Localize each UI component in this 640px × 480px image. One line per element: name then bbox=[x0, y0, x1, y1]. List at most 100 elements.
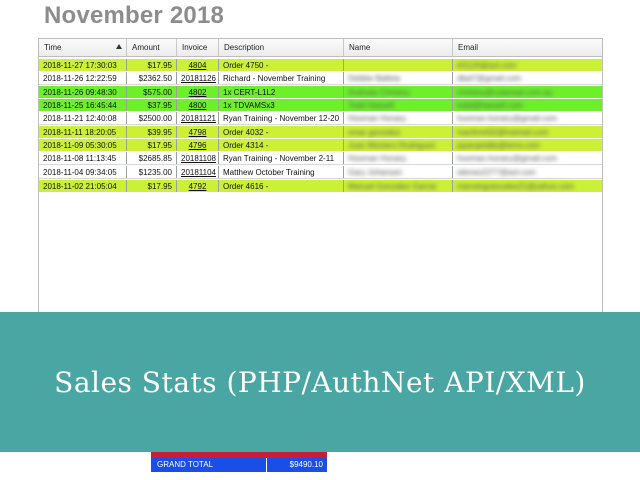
email-cell: manolograncales21@yahoo.com bbox=[453, 180, 602, 192]
invoice-cell: 4796 bbox=[177, 139, 219, 151]
name-cell: Hooman Honary bbox=[344, 112, 453, 124]
name-cell: Gary Johansen bbox=[344, 166, 453, 178]
description-cell: Order 4032 - bbox=[219, 126, 344, 138]
table-row[interactable]: 2018-11-09 05:30:05 $17.95 4796 Order 4314 … bbox=[39, 139, 602, 151]
email-cell: jsparqetalle@terra.com bbox=[453, 139, 602, 151]
grand-total-label: GRAND TOTAL bbox=[151, 458, 267, 472]
name-cell bbox=[344, 59, 453, 71]
amount-cell-text: $17.95 bbox=[147, 141, 172, 150]
description-cell-text: 1x CERT-L1L2 bbox=[223, 88, 276, 97]
column-header-amount[interactable]: Amount bbox=[127, 39, 177, 56]
description-cell-text: Ryan Training - November 2-11 bbox=[223, 154, 335, 163]
time-cell-text: 2018-11-26 09:48:30 bbox=[43, 88, 117, 97]
description-cell-text: Ryan Training - November 12-20 bbox=[223, 114, 340, 123]
email-cell-text: wlenes2277@aol.com bbox=[457, 168, 536, 177]
time-cell: 2018-11-26 09:48:30 bbox=[39, 86, 127, 98]
table-row[interactable]: 2018-11-04 09:34:05 $1235.00 20181104 Matth… bbox=[39, 166, 602, 179]
table-row[interactable]: 2018-11-27 17:30:03 $17.95 4804 Order 4750 … bbox=[39, 59, 602, 71]
description-cell: 1x CERT-L1L2 bbox=[219, 86, 344, 98]
name-cell-text: Juan Montero Rodriguez bbox=[348, 141, 436, 150]
name-cell-text: Hooman Honary bbox=[348, 114, 407, 123]
invoice-link[interactable]: 4796 bbox=[189, 141, 207, 150]
column-header-description[interactable]: Description bbox=[219, 39, 344, 56]
invoice-link[interactable]: 4792 bbox=[189, 182, 207, 191]
invoice-cell: 4800 bbox=[177, 99, 219, 111]
table-row[interactable]: 2018-11-08 11:13:45 $2685.85 20181108 Ryan … bbox=[39, 152, 602, 165]
table-row[interactable]: 2018-11-02 21:05:04 $17.95 4792 Order 4616 … bbox=[39, 180, 602, 192]
table-row[interactable]: 2018-11-25 16:45:44 $37.95 4800 1x TDVAMSx3… bbox=[39, 99, 602, 111]
email-cell-text: macfrm432@hotmail.com bbox=[457, 128, 549, 137]
email-cell-text: manolograncales21@yahoo.com bbox=[457, 182, 575, 191]
description-cell: Richard - November Training bbox=[219, 72, 344, 84]
invoice-cell: 20181126 bbox=[177, 72, 219, 84]
invoice-link[interactable]: 4804 bbox=[189, 61, 207, 70]
email-cell-text: hooman.honary@gmail.com bbox=[457, 154, 558, 163]
page-title: November 2018 bbox=[44, 2, 225, 29]
column-header-name[interactable]: Name bbox=[344, 39, 453, 56]
email-cell-text: dbal7@gmail.com bbox=[457, 74, 522, 83]
description-cell: Ryan Training - November 12-20 bbox=[219, 112, 344, 124]
time-cell: 2018-11-21 12:40:08 bbox=[39, 112, 127, 124]
amount-cell-text: $2362.50 bbox=[138, 74, 172, 83]
name-cell: Juan Montero Rodriguez bbox=[344, 139, 453, 151]
description-cell-text: Order 4750 - bbox=[223, 61, 269, 70]
description-cell-text: Order 4032 - bbox=[223, 128, 269, 137]
invoice-link[interactable]: 4802 bbox=[189, 88, 207, 97]
description-cell: Order 4750 - bbox=[219, 59, 344, 71]
invoice-cell: 20181108 bbox=[177, 152, 219, 164]
description-cell: 1x TDVAMSx3 bbox=[219, 99, 344, 111]
amount-cell-text: $39.95 bbox=[147, 128, 172, 137]
email-cell: hooman.honary@gmail.com bbox=[453, 152, 602, 164]
time-cell-text: 2018-11-25 16:45:44 bbox=[43, 101, 117, 110]
amount-cell: $39.95 bbox=[127, 126, 177, 138]
email-cell: hooman.honary@gmail.com bbox=[453, 112, 602, 124]
invoice-cell: 20181121 bbox=[177, 112, 219, 124]
table-row[interactable]: 2018-11-21 12:40:08 $2500.00 20181121 Ryan … bbox=[39, 112, 602, 125]
name-cell: Debbie Balleta bbox=[344, 72, 453, 84]
amount-cell: $2685.85 bbox=[127, 152, 177, 164]
amount-cell: $17.95 bbox=[127, 180, 177, 192]
invoice-link[interactable]: 4798 bbox=[189, 128, 207, 137]
time-cell-text: 2018-11-08 11:13:45 bbox=[43, 154, 117, 163]
table-row[interactable]: 2018-11-26 12:22:59 $2362.50 20181126 Richa… bbox=[39, 72, 602, 85]
email-cell: todd@hassell.com bbox=[453, 99, 602, 111]
totals-table: GRAND TOTAL $9490.10 bbox=[151, 452, 327, 472]
banner-title: Sales Stats (PHP/AuthNet API/XML) bbox=[54, 365, 586, 399]
time-cell: 2018-11-02 21:05:04 bbox=[39, 180, 127, 192]
email-cell-text: hooman.honary@gmail.com bbox=[457, 114, 558, 123]
amount-cell-text: $2685.85 bbox=[138, 154, 172, 163]
column-header-label: Time bbox=[44, 43, 62, 52]
title-banner: Sales Stats (PHP/AuthNet API/XML) bbox=[0, 312, 640, 452]
amount-cell-text: $37.95 bbox=[147, 101, 172, 110]
table-row[interactable]: 2018-11-11 18:20:05 $39.95 4798 Order 4032 … bbox=[39, 126, 602, 138]
name-cell-text: Manuel Gonzalez Garcia bbox=[348, 182, 437, 191]
column-header-email[interactable]: Email bbox=[453, 39, 602, 56]
name-cell: omar gonzalez bbox=[344, 126, 453, 138]
invoice-cell: 20181104 bbox=[177, 166, 219, 178]
email-cell-text: kf1120@aol.com bbox=[457, 61, 517, 70]
invoice-link[interactable]: 4800 bbox=[189, 101, 207, 110]
email-cell-text: christou@cutaneat.com.au bbox=[457, 88, 553, 97]
column-header-time[interactable]: Time bbox=[39, 39, 127, 56]
sort-ascending-icon bbox=[116, 44, 122, 49]
name-cell-text: Todd Hassell bbox=[348, 101, 394, 110]
name-cell: Hooman Honary bbox=[344, 152, 453, 164]
name-cell: Manuel Gonzalez Garcia bbox=[344, 180, 453, 192]
amount-cell-text: $575.00 bbox=[143, 88, 172, 97]
column-header-invoice[interactable]: Invoice bbox=[177, 39, 219, 56]
amount-cell-text: $17.95 bbox=[147, 61, 172, 70]
amount-cell-text: $2500.00 bbox=[138, 114, 172, 123]
amount-cell: $2362.50 bbox=[127, 72, 177, 84]
invoice-cell: 4802 bbox=[177, 86, 219, 98]
amount-cell-text: $17.95 bbox=[147, 182, 172, 191]
invoice-cell: 4804 bbox=[177, 59, 219, 71]
time-cell: 2018-11-11 18:20:05 bbox=[39, 126, 127, 138]
time-cell-text: 2018-11-27 17:30:03 bbox=[43, 61, 117, 70]
name-cell-text: Debbie Balleta bbox=[348, 74, 401, 83]
table-row[interactable]: 2018-11-26 09:48:30 $575.00 4802 1x CERT-L1… bbox=[39, 86, 602, 98]
email-cell: wlenes2277@aol.com bbox=[453, 166, 602, 178]
invoice-cell-text: 20181104 bbox=[181, 168, 216, 177]
description-cell: Ryan Training - November 2-11 bbox=[219, 152, 344, 164]
time-cell: 2018-11-26 12:22:59 bbox=[39, 72, 127, 84]
description-cell-text: Matthew October Training bbox=[223, 168, 315, 177]
